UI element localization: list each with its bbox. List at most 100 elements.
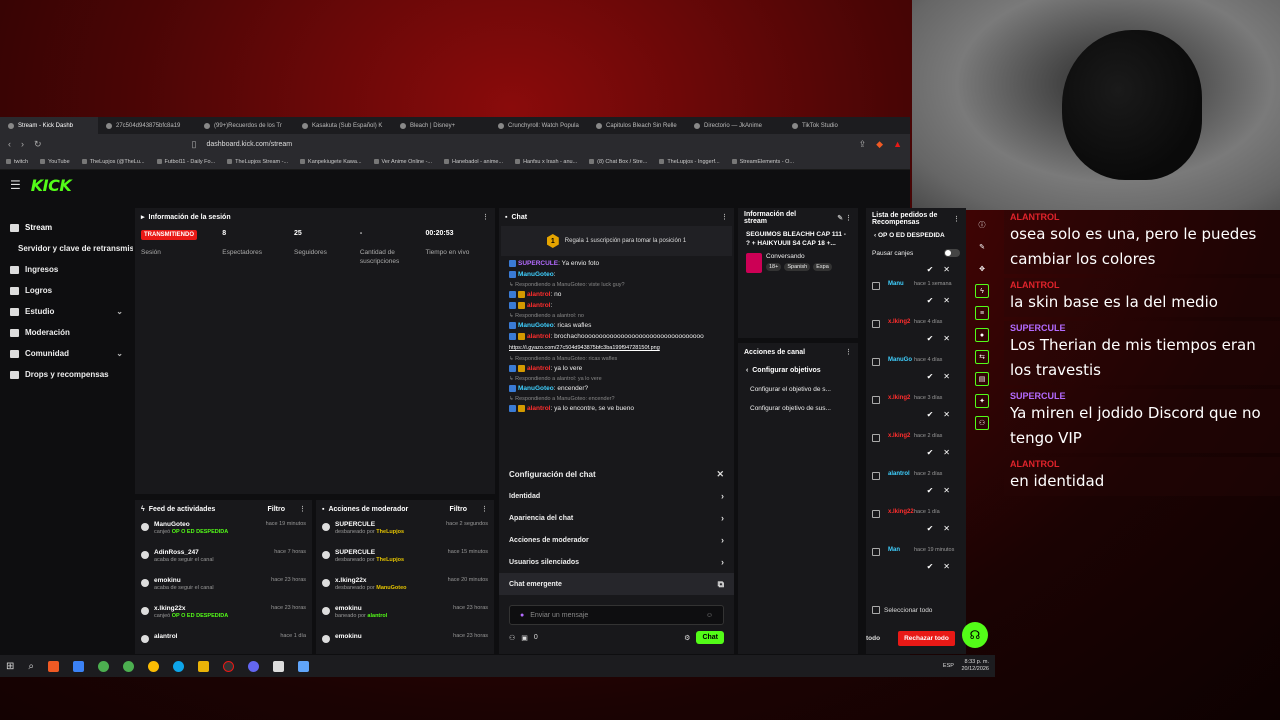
browser-tab[interactable]: Bleach | Disney+: [392, 117, 490, 134]
chat-config-item[interactable]: Identidad ›: [499, 485, 734, 507]
users-icon[interactable]: ⚇: [975, 416, 989, 430]
send-chat-button[interactable]: Chat: [696, 631, 724, 644]
bookmark-icon[interactable]: ▯: [192, 139, 197, 150]
gift-icon[interactable]: ▣: [521, 634, 528, 642]
browser-tab[interactable]: TikTok Studio: [784, 117, 882, 134]
chrome-icon[interactable]: [123, 660, 134, 672]
app-icon[interactable]: [73, 660, 84, 672]
chat-username[interactable]: ManuGoteo: [518, 322, 554, 329]
bookmark-link[interactable]: TheLupjos Stream -...: [227, 159, 288, 165]
goal-option[interactable]: Configurar el objetivo de s...: [738, 380, 858, 399]
edit-icon[interactable]: ✎ ⋮: [837, 215, 852, 222]
chat-username[interactable]: alantrol: [527, 302, 550, 309]
mod-user[interactable]: x.lking22x: [335, 577, 407, 584]
request-user[interactable]: Manu: [888, 281, 904, 287]
chat-username[interactable]: ManuGoteo: [518, 385, 554, 392]
chat-input[interactable]: ● Enviar un mensaje ☺: [509, 605, 724, 625]
reject-icon[interactable]: ✕: [943, 448, 950, 457]
reload-icon[interactable]: ↻: [34, 139, 42, 150]
obs-icon[interactable]: [223, 660, 234, 672]
request-user[interactable]: ManuGo: [888, 357, 912, 363]
chrome-icon[interactable]: [148, 660, 159, 672]
bookmark-link[interactable]: StreamElements - O...: [732, 159, 794, 165]
app-icon[interactable]: [298, 660, 309, 672]
mod-by[interactable]: ManuGoteo: [376, 585, 406, 591]
more-icon[interactable]: ⋮: [953, 216, 960, 223]
bookmark-link[interactable]: (8) Chat Box / Stre...: [589, 159, 647, 165]
sidebar-item[interactable]: Ingresos: [0, 259, 133, 280]
browser-tab[interactable]: Capitulos Bleach Sin Relle: [588, 117, 686, 134]
bookmark-link[interactable]: Futbol11 - Daily Fo...: [157, 159, 216, 165]
chat-config-item[interactable]: Apariencia del chat ›: [499, 507, 734, 529]
approve-icon[interactable]: ✔: [927, 410, 934, 419]
users-icon[interactable]: ⚇: [509, 634, 515, 642]
bolt-icon[interactable]: ϟ: [975, 284, 989, 298]
chat-config-item[interactable]: Chat emergente ⧉: [499, 573, 734, 595]
request-user[interactable]: x.lking2: [888, 433, 910, 439]
windows-icon[interactable]: ⊞: [6, 661, 14, 672]
more-icon[interactable]: ⋮: [482, 213, 489, 221]
chat-username[interactable]: alantrol: [527, 365, 550, 372]
chrome-icon[interactable]: [98, 660, 109, 672]
request-user[interactable]: x.lking22: [888, 509, 914, 515]
more-icon[interactable]: ⋮: [299, 505, 306, 513]
goals-back[interactable]: ‹ Configurar objetivos: [738, 361, 858, 380]
approve-icon[interactable]: ✔: [927, 486, 934, 495]
chat-link[interactable]: https://i.gyazo.com/27c504d943875bfc3ba1…: [509, 345, 660, 351]
feed-user[interactable]: alantrol: [154, 633, 177, 640]
approve-icon[interactable]: ✔: [927, 524, 934, 533]
feed-user[interactable]: ManuGoteo: [154, 521, 228, 528]
request-user[interactable]: alantrol: [888, 471, 910, 477]
request-checkbox[interactable]: [872, 396, 880, 404]
folder-icon[interactable]: [198, 660, 209, 672]
back-icon[interactable]: ‹: [8, 139, 11, 149]
stream-tag[interactable]: 18+: [766, 263, 782, 271]
request-user[interactable]: x.lking2: [888, 395, 910, 401]
kick-logo[interactable]: KICK: [31, 176, 72, 195]
browser-tab[interactable]: Directorio — JkAnime: [686, 117, 784, 134]
feed-user[interactable]: emokinu: [154, 577, 214, 584]
request-user[interactable]: Man: [888, 547, 900, 553]
more-icon[interactable]: ⋮: [721, 213, 728, 221]
rewards-icon[interactable]: ▲: [893, 139, 902, 149]
approve-icon[interactable]: ✔: [927, 334, 934, 343]
mod-user[interactable]: SUPERCULE: [335, 521, 404, 528]
reject-icon[interactable]: ✕: [943, 265, 950, 274]
browser-tab[interactable]: 27c504d943875bfc8a19: [98, 117, 196, 134]
approve-icon[interactable]: ✔: [927, 562, 934, 571]
mod-user[interactable]: SUPERCULE: [335, 549, 404, 556]
bookmark-link[interactable]: YouTube: [40, 159, 70, 165]
request-checkbox[interactable]: [872, 472, 880, 480]
reject-all-button[interactable]: Rechazar todo: [898, 631, 955, 646]
reject-icon[interactable]: ✕: [943, 562, 950, 571]
chat-config-item[interactable]: Usuarios silenciados ›: [499, 551, 734, 573]
close-icon[interactable]: ✕: [716, 469, 724, 480]
brave-shield-icon[interactable]: ◆: [876, 139, 883, 150]
reject-icon[interactable]: ✕: [943, 410, 950, 419]
bookmark-link[interactable]: twitch: [6, 159, 28, 165]
mod-by[interactable]: alantrol: [367, 613, 387, 619]
bookmark-link[interactable]: TheLupjos (@TheLu...: [82, 159, 145, 165]
wrench-icon[interactable]: ✦: [975, 394, 989, 408]
sidebar-item[interactable]: Logros: [0, 280, 133, 301]
menu-icon[interactable]: ☰: [10, 178, 21, 192]
poll-icon[interactable]: ⇆: [975, 350, 989, 364]
feed-filter-button[interactable]: Filtro: [268, 506, 286, 513]
sidebar-item[interactable]: Moderación: [0, 322, 133, 343]
approve-icon[interactable]: ✔: [927, 265, 934, 274]
mod-user[interactable]: emokinu: [335, 633, 362, 640]
bookmark-link[interactable]: Hanfsu x Irash - anu...: [515, 159, 577, 165]
pinned-gift-banner[interactable]: 1 Regala 1 suscripción para tomar la pos…: [501, 226, 732, 256]
bookmark-link[interactable]: Kanpekiugete Kawa...: [300, 159, 362, 165]
chat-username[interactable]: alantrol: [527, 291, 550, 298]
bookmark-link[interactable]: Hanebadol - anime...: [444, 159, 503, 165]
feed-user[interactable]: x.lking22x: [154, 605, 228, 612]
app-icon[interactable]: [273, 660, 284, 672]
more-icon[interactable]: ⋮: [481, 505, 488, 513]
mod-user[interactable]: emokinu: [335, 605, 387, 612]
more-icon[interactable]: ⋮: [845, 348, 852, 356]
mic-icon[interactable]: ●: [520, 612, 524, 619]
request-checkbox[interactable]: [872, 548, 880, 556]
emote-icon[interactable]: ☺: [706, 612, 713, 619]
browser-tab[interactable]: (99+)Recuerdos de los Tr: [196, 117, 294, 134]
